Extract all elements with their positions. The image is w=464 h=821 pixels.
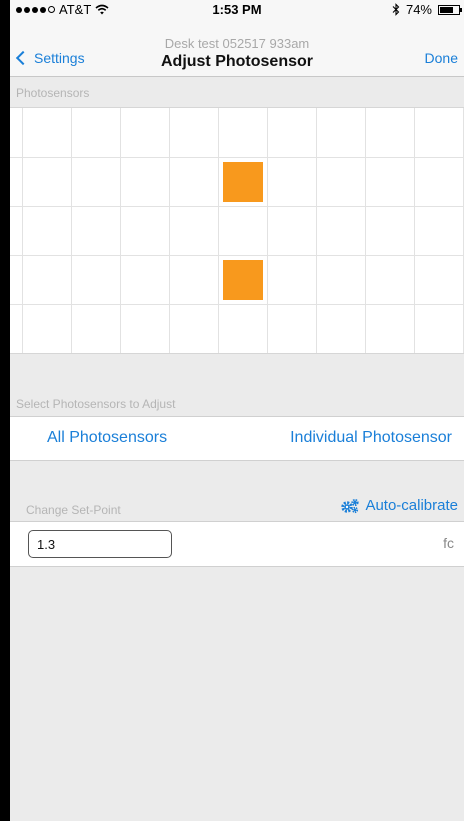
photosensor-marker[interactable] [223, 260, 263, 300]
select-photosensors-header: Select Photosensors to Adjust [16, 397, 176, 411]
gears-icon [341, 498, 360, 513]
setpoint-row: fc [10, 521, 464, 567]
setpoint-input[interactable] [28, 530, 172, 558]
photosensors-header: Photosensors [16, 86, 90, 100]
photosensor-grid[interactable] [10, 107, 464, 354]
battery-icon [438, 4, 462, 15]
all-photosensors-button[interactable]: All Photosensors [47, 429, 167, 447]
individual-photosensor-button[interactable]: Individual Photosensor [290, 429, 452, 447]
nav-subtitle: Desk test 052517 933am [164, 36, 310, 51]
status-bar: AT&T 1:53 PM 74% [10, 0, 464, 20]
photosensor-selection-row: All Photosensors Individual Photosensor [10, 416, 464, 461]
page-title: Adjust Photosensor [160, 53, 313, 70]
auto-calibrate-button[interactable]: Auto-calibrate [340, 497, 458, 514]
setpoint-unit: fc [443, 535, 454, 551]
app-screen: AT&T 1:53 PM 74% Settings Desk test 0525… [10, 0, 464, 821]
photosensor-marker[interactable] [223, 162, 263, 202]
auto-calibrate-label: Auto-calibrate [365, 497, 458, 514]
status-right: 74% [392, 2, 462, 17]
battery-level [440, 6, 454, 13]
bluetooth-icon [392, 3, 400, 16]
done-button[interactable]: Done [425, 50, 458, 66]
battery-percent: 74% [405, 2, 432, 17]
navigation-bar: Settings Desk test 052517 933am Adjust P… [10, 20, 464, 77]
